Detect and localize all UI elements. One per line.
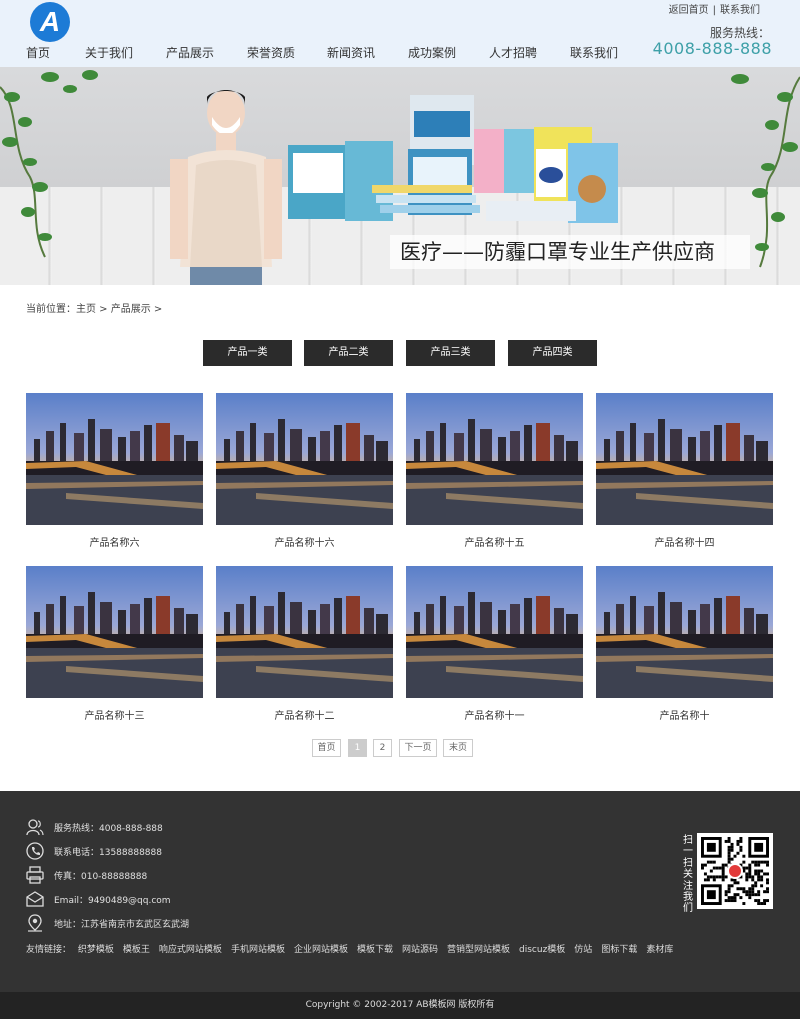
- product-name[interactable]: 产品名称六: [26, 534, 203, 549]
- vine-left-decoration: [0, 70, 98, 258]
- friend-link[interactable]: 网站源码: [402, 945, 438, 955]
- product-thumbnail[interactable]: [596, 566, 773, 698]
- contact-hotline-text: 服务热线：4008-888-888: [54, 824, 163, 834]
- contact-phone-text: 联系电话：13588888888: [54, 848, 162, 858]
- model-figure: [170, 90, 282, 285]
- product-card[interactable]: 产品名称十五: [406, 393, 583, 549]
- breadcrumb: 当前位置：主页 > 产品展示 >: [26, 304, 163, 315]
- contact-address-text: 地址：江苏省南京市玄武区玄武湖: [54, 920, 190, 930]
- copyright: Copyright © 2002-2017 AB模板网 版权所有: [0, 992, 800, 1019]
- product-thumbnail[interactable]: [26, 566, 203, 698]
- product-name[interactable]: 产品名称十五: [406, 534, 583, 549]
- friend-link[interactable]: 企业网站模板: [294, 945, 348, 955]
- site-footer: 服务热线：4008-888-888 联系电话：13588888888 传真：01…: [0, 791, 800, 992]
- friend-link[interactable]: 模板王: [123, 945, 150, 955]
- nav-item-cases[interactable]: 成功案例: [408, 44, 456, 61]
- product-name[interactable]: 产品名称十六: [216, 534, 393, 549]
- location-icon: [28, 914, 42, 932]
- nav-item-products[interactable]: 产品展示: [166, 44, 214, 61]
- top-links: 返回首页 | 联系我们: [669, 1, 760, 16]
- site-header: A 返回首页 | 联系我们 服务热线： 4008-888-888 首页 关于我们 产…: [0, 0, 800, 67]
- nav-item-contact[interactable]: 联系我们: [570, 44, 618, 61]
- contact-fax: 传真：010-88888888: [26, 866, 286, 886]
- mail-icon: [26, 891, 44, 907]
- product-thumbnail[interactable]: [406, 566, 583, 698]
- hotline-number: 4008-888-888: [652, 39, 772, 58]
- friend-links-label: 友情链接：: [26, 945, 72, 955]
- friend-link[interactable]: 织梦模板: [78, 945, 114, 955]
- product-thumbnail[interactable]: [596, 393, 773, 525]
- banner-slogan: 医疗——防霾口罩专业生产供应商: [390, 235, 750, 269]
- nav-item-about[interactable]: 关于我们: [85, 44, 133, 61]
- page-next-button[interactable]: 下一页: [399, 739, 437, 757]
- phone-icon: [26, 842, 44, 860]
- product-thumbnail[interactable]: [216, 393, 393, 525]
- page-1-button[interactable]: 1: [348, 739, 367, 757]
- product-thumbnail[interactable]: [406, 393, 583, 525]
- product-card[interactable]: 产品名称十二: [216, 566, 393, 722]
- product-card[interactable]: 产品名称六: [26, 393, 203, 549]
- contact-address: 地址：江苏省南京市玄武区玄武湖: [26, 914, 286, 934]
- category-button-4[interactable]: 产品四类: [508, 340, 597, 366]
- product-card[interactable]: 产品名称十六: [216, 393, 393, 549]
- friend-link[interactable]: 营销型网站模板: [447, 945, 510, 955]
- nav-item-home[interactable]: 首页: [26, 44, 50, 61]
- qr-code-image: [701, 837, 769, 905]
- category-button-3[interactable]: 产品三类: [406, 340, 495, 366]
- nav-item-news[interactable]: 新闻资讯: [327, 44, 375, 61]
- friend-link[interactable]: 响应式网站模板: [159, 945, 222, 955]
- contact-email: Email：9490489@qq.com: [26, 890, 286, 910]
- product-name[interactable]: 产品名称十: [596, 707, 773, 722]
- friend-links: 友情链接： 织梦模板 模板王 响应式网站模板 手机网站模板 企业网站模板 模板下载 网站源码…: [26, 942, 682, 955]
- product-card[interactable]: 产品名称十一: [406, 566, 583, 722]
- page-2-button[interactable]: 2: [373, 739, 392, 757]
- friend-link[interactable]: 素材库: [646, 945, 673, 955]
- product-thumbnail[interactable]: [26, 393, 203, 525]
- contact-us-top-link[interactable]: 联系我们: [720, 5, 760, 16]
- product-thumbnail[interactable]: [216, 566, 393, 698]
- friend-link[interactable]: 模板下载: [357, 945, 393, 955]
- hero-banner: 医疗——防霾口罩专业生产供应商: [0, 67, 800, 285]
- page-first-button[interactable]: 首页: [312, 739, 341, 757]
- category-button-2[interactable]: 产品二类: [304, 340, 393, 366]
- back-home-link[interactable]: 返回首页: [669, 5, 709, 16]
- nav-item-honors[interactable]: 荣誉资质: [247, 44, 295, 61]
- friend-link[interactable]: discuz模板: [519, 945, 565, 955]
- category-button-1[interactable]: 产品一类: [203, 340, 292, 366]
- printer-icon: [26, 866, 44, 884]
- contact-hotline: 服务热线：4008-888-888: [26, 818, 286, 838]
- top-links-separator: |: [712, 5, 716, 16]
- product-card[interactable]: 产品名称十三: [26, 566, 203, 722]
- wechat-qr-code: [697, 833, 773, 909]
- product-name[interactable]: 产品名称十三: [26, 707, 203, 722]
- product-name[interactable]: 产品名称十四: [596, 534, 773, 549]
- site-logo[interactable]: A: [30, 2, 70, 42]
- contact-fax-text: 传真：010-88888888: [54, 872, 148, 882]
- friend-link[interactable]: 手机网站模板: [231, 945, 285, 955]
- nav-item-jobs[interactable]: 人才招聘: [489, 44, 537, 61]
- product-name[interactable]: 产品名称十二: [216, 707, 393, 722]
- friend-link[interactable]: 图标下载: [601, 945, 637, 955]
- product-card[interactable]: 产品名称十四: [596, 393, 773, 549]
- page-last-button[interactable]: 末页: [443, 739, 473, 757]
- friend-link[interactable]: 仿站: [574, 945, 592, 955]
- contact-phone: 联系电话：13588888888: [26, 842, 286, 862]
- product-name[interactable]: 产品名称十一: [406, 707, 583, 722]
- qr-caption: 扫一扫关注我们: [683, 835, 693, 915]
- product-card[interactable]: 产品名称十: [596, 566, 773, 722]
- user-icon: [26, 819, 44, 836]
- product-boxes: [288, 95, 618, 223]
- contact-email-text: Email：9490489@qq.com: [54, 896, 171, 906]
